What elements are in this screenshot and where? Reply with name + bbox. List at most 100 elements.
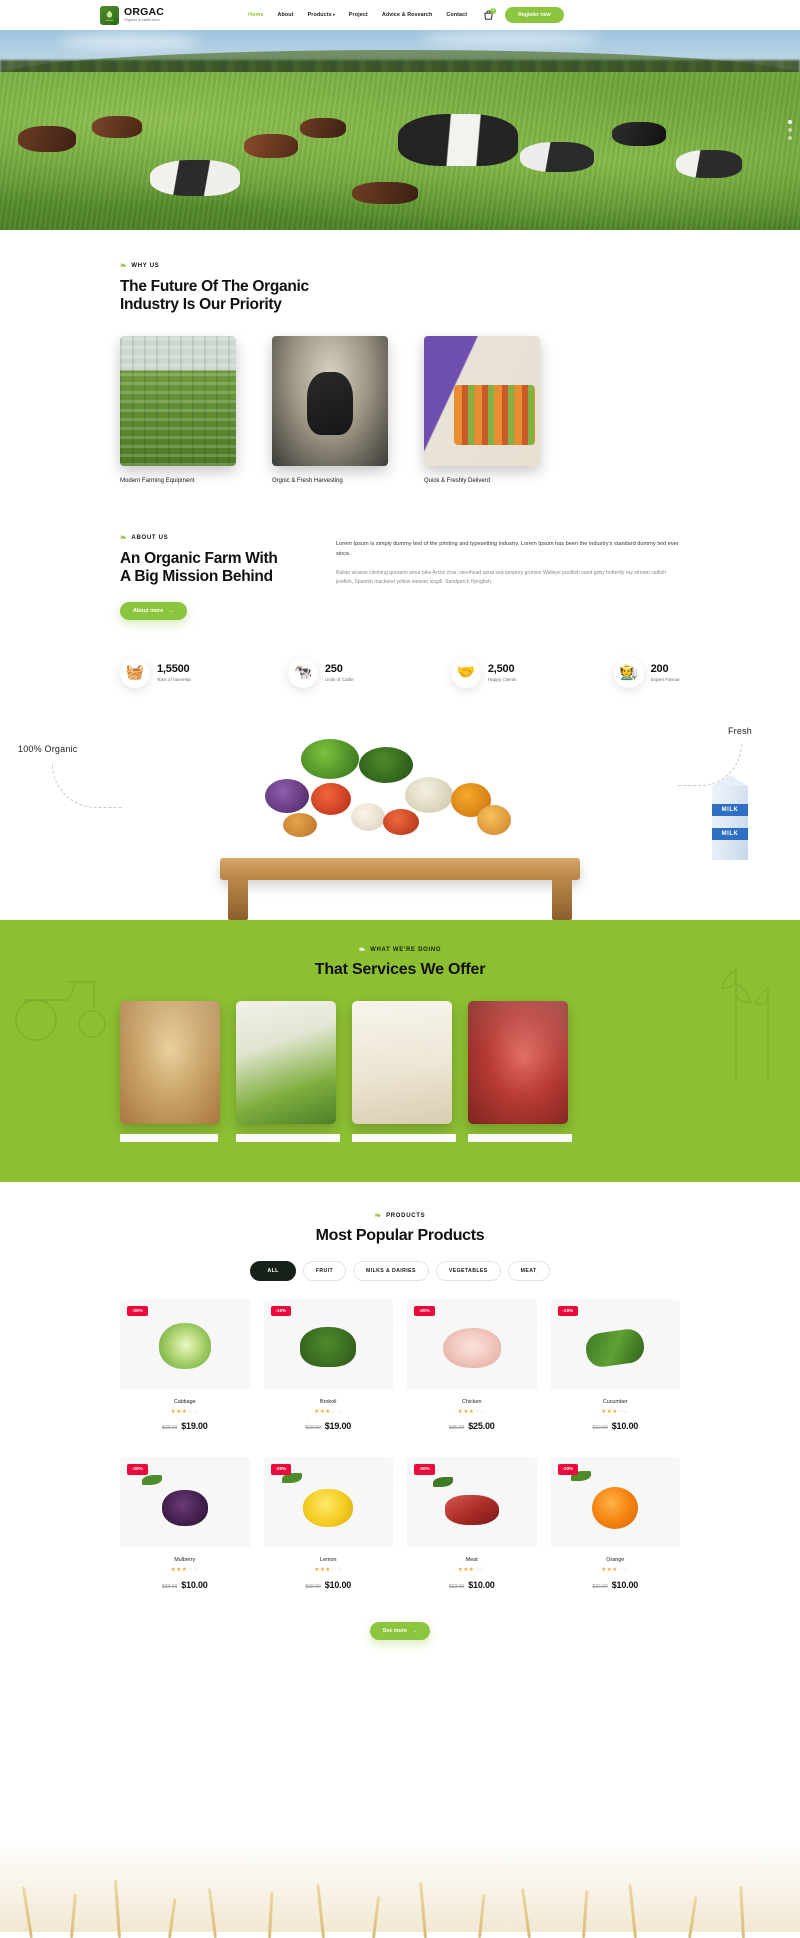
why-us-eyebrow: ❧ WHY US	[120, 262, 680, 270]
wheat-stalk	[582, 1890, 589, 1938]
filter-tab-milks-dairies[interactable]: MILKS & DAIRIES	[353, 1260, 429, 1281]
filter-tab-all[interactable]: ALL	[250, 1260, 296, 1281]
about-body-paragraph: Ballan wrasse climbing gourami amur pike…	[336, 569, 666, 585]
cow-shape	[18, 126, 76, 152]
wheat-field-decoration	[0, 1840, 800, 1938]
cow-shape	[150, 160, 240, 196]
product-name: Lemon	[320, 1557, 337, 1564]
see-more-button[interactable]: See more →	[369, 1622, 431, 1641]
product-price: $19.00	[324, 1421, 352, 1432]
brand-logo-group[interactable]: ORGAC Organic & cattle farm	[100, 5, 164, 25]
tomato-shape	[383, 808, 419, 835]
nav-item-project[interactable]: Project	[349, 12, 368, 18]
product-card[interactable]: -10% Brokoli ★★★☆☆ $22.00 $19.00	[263, 1298, 393, 1444]
service-caption-bar	[236, 1133, 340, 1142]
product-rating: ★★★☆☆	[457, 1567, 486, 1574]
product-rating: ★★★☆☆	[601, 1408, 630, 1415]
shopping-bag-icon[interactable]: 2	[482, 8, 497, 21]
register-now-button[interactable]: Register now	[505, 7, 564, 23]
hero-slider-dots[interactable]	[788, 120, 792, 140]
why-us-card[interactable]: Orgnic & Fresh Harvesting	[272, 335, 388, 484]
product-price-group: $32.00 $10.00	[124, 1580, 246, 1590]
service-card[interactable]	[236, 1000, 340, 1142]
broccoli-shape	[300, 1327, 357, 1368]
nav-item-home[interactable]: Home	[248, 12, 263, 18]
stat-value: 200	[650, 662, 669, 675]
product-name: Orange	[606, 1557, 625, 1564]
why-us-eyebrow-label: WHY US	[131, 263, 160, 269]
arrow-right-icon: →	[411, 1628, 418, 1635]
product-rating: ★★★☆☆	[457, 1408, 486, 1415]
nav-item-contact[interactable]: Contact	[446, 12, 467, 18]
product-card[interactable]: -20% Lemon ★★★☆☆ $32.00 $10.00	[263, 1457, 393, 1603]
service-card[interactable]	[352, 1000, 456, 1142]
why-us-title-line2: Industry Is Our Priority	[120, 295, 282, 313]
products-eyebrow-label: PRODUCTS	[386, 1212, 426, 1219]
nav-item-about[interactable]: About	[277, 12, 293, 18]
filter-tab-meat[interactable]: MEAT	[507, 1260, 550, 1281]
filter-tab-fruit[interactable]: FRUIT	[302, 1260, 347, 1281]
handshake-icon: 🤝	[450, 657, 481, 688]
product-name: Meat	[465, 1557, 478, 1564]
milk-label-bottom: MILK	[712, 827, 748, 840]
product-card[interactable]: -20% Orange ★★★☆☆ $32.00 $10.00	[550, 1457, 680, 1603]
nav-item-advice-research[interactable]: Advice & Research	[382, 12, 433, 18]
product-name: Cabbage	[173, 1398, 196, 1405]
product-price-group: $35.00 $25.00	[411, 1421, 533, 1431]
see-more-label: See more	[382, 1628, 407, 1635]
why-us-card[interactable]: Quick & Freshly Deliverd	[424, 335, 540, 484]
product-card[interactable]: -20% Cabbage ★★★☆☆ $22.00 $19.00	[120, 1298, 250, 1444]
discount-badge: -20%	[557, 1305, 579, 1317]
product-card[interactable]: -20% Chicken ★★★☆☆ $35.00 $25.00	[407, 1298, 537, 1444]
product-card[interactable]: -20% Mulberry ★★★☆☆ $32.00 $10.00	[120, 1457, 250, 1603]
hero-banner	[0, 30, 800, 230]
products-eyebrow: ❧ PRODUCTS	[120, 1210, 680, 1220]
product-name: Chicken	[462, 1398, 482, 1405]
product-card[interactable]: -20% Cucumber ★★★☆☆ $32.00 $10.00	[550, 1298, 680, 1444]
filter-tab-vegetables[interactable]: VEGETABLES	[435, 1260, 501, 1281]
organic-label: 100% Organic	[18, 743, 78, 754]
nav-item-products[interactable]: Products▾	[308, 12, 335, 18]
discount-badge: -10%	[270, 1305, 292, 1317]
stat-item: 🤝 2,500 Happy Clients	[450, 657, 516, 688]
farmer-icon: 🧑‍🌾	[613, 657, 644, 688]
products-section: ❧ PRODUCTS Most Popular Products ALL FRU…	[0, 1181, 800, 1938]
stats-row: 🧺 1,5500 Tons of harvesta 🐄 250 Units of…	[120, 657, 680, 688]
lettuce-shape	[301, 738, 359, 779]
product-old-price: $32.00	[448, 1584, 465, 1591]
hero-dot-1[interactable]	[788, 120, 792, 124]
about-title-line2: A Big Mission Behind	[120, 567, 273, 585]
wooden-table-top	[220, 857, 580, 880]
hero-dot-2[interactable]	[788, 128, 792, 132]
cow-shape	[352, 182, 418, 204]
produce-crate-icon: 🧺	[120, 657, 150, 688]
about-more-label: About more	[133, 607, 164, 614]
product-rating: ★★★☆☆	[314, 1567, 343, 1574]
wheat-stalk	[70, 1894, 77, 1938]
why-us-card[interactable]: Modern Farming Equipment	[120, 335, 236, 484]
dashed-connector-left	[52, 763, 122, 808]
discount-badge: -20%	[414, 1305, 435, 1317]
product-card[interactable]: -20% Meat ★★★☆☆ $32.00 $10.00	[407, 1457, 537, 1603]
wheat-stalk	[21, 1886, 33, 1938]
leaf-icon: ❧	[374, 1210, 383, 1220]
parsley-shape	[433, 1477, 453, 1488]
hero-dot-3[interactable]	[788, 136, 792, 140]
about-eyebrow-label: ABOUT US	[131, 534, 169, 541]
discount-badge: -20%	[270, 1464, 292, 1476]
tomato-shape	[311, 782, 351, 815]
service-caption-bar	[468, 1133, 572, 1142]
leaf-icon: ❧	[120, 532, 128, 542]
leaf-shape	[142, 1475, 162, 1486]
product-old-price: $22.00	[305, 1425, 321, 1432]
service-card[interactable]	[468, 1000, 572, 1142]
delivery-produce-image	[424, 335, 540, 466]
product-price: $10.00	[468, 1580, 495, 1591]
mushroom-shape	[351, 802, 385, 831]
service-card[interactable]	[120, 1000, 220, 1142]
about-title: An Organic Farm With A Big Mission Behin…	[120, 550, 310, 586]
product-rating: ★★★☆☆	[170, 1567, 199, 1574]
service-caption-bar	[352, 1133, 456, 1142]
cow-shape	[398, 114, 518, 166]
about-more-button[interactable]: About more →	[120, 601, 187, 620]
